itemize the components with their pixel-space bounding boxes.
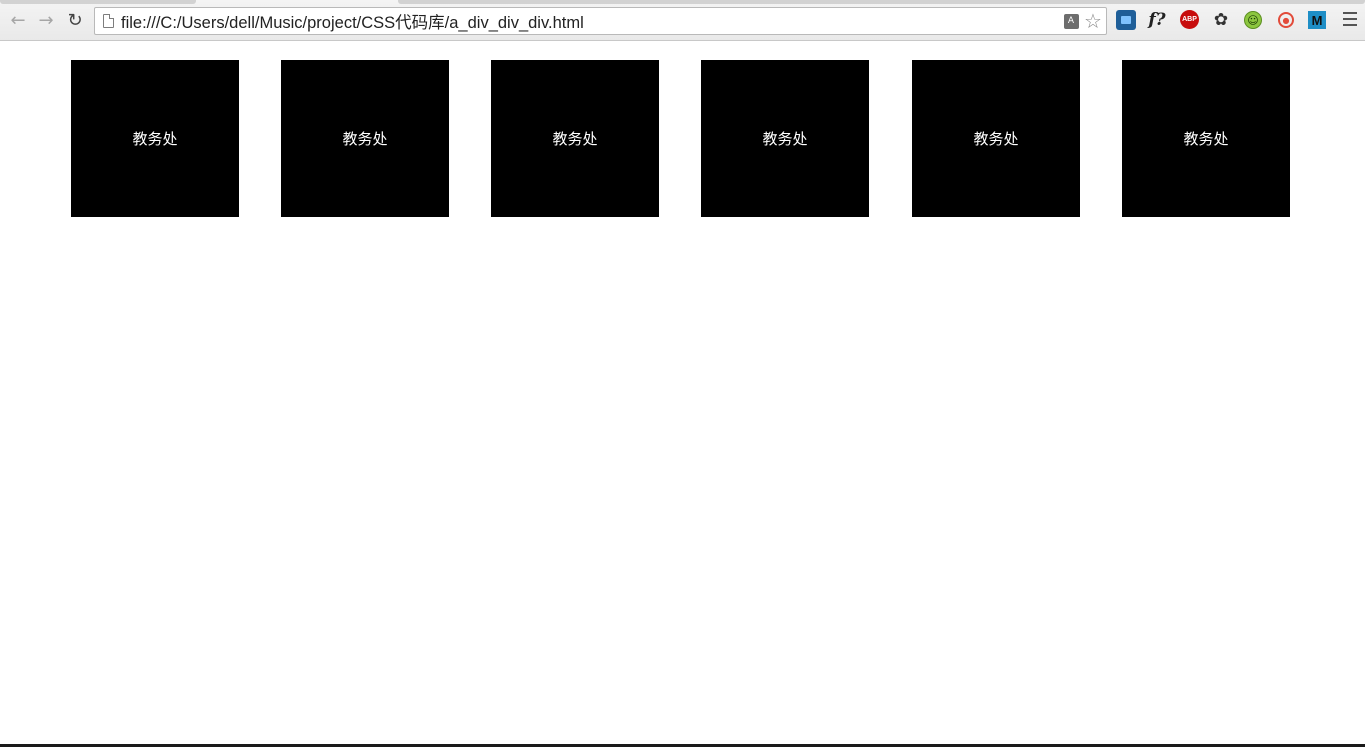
reload-icon[interactable]: ↻ [63, 8, 87, 32]
forward-arrow-icon[interactable]: → [34, 8, 58, 32]
url-text[interactable]: file:///C:/Users/dell/Music/project/CSS代… [121, 9, 1062, 33]
bookmark-star-icon[interactable]: ☆ [1084, 9, 1102, 33]
nav-box-label: 教务处 [342, 130, 388, 148]
blue-extension-icon[interactable] [1116, 10, 1136, 30]
m-extension-label: M [1308, 11, 1326, 29]
page-viewport: 教务处 教务处 教务处 教务处 教务处 教务处 [0, 41, 1365, 744]
adblock-plus-icon[interactable]: ABP [1180, 10, 1199, 29]
browser-toolbar: ← → ↻ file:///C:/Users/dell/Music/projec… [0, 0, 1365, 41]
timer-extension-icon[interactable]: ● [1276, 10, 1296, 30]
nav-box-label: 教务处 [552, 130, 598, 148]
nav-box-link[interactable]: 教务处 [1122, 60, 1290, 217]
nav-box-link[interactable]: 教务处 [71, 60, 239, 217]
nav-box-link[interactable]: 教务处 [491, 60, 659, 217]
nav-box-label: 教务处 [762, 130, 808, 148]
nav-box-link[interactable]: 教务处 [281, 60, 449, 217]
menu-icon[interactable] [1343, 12, 1357, 26]
page-icon [103, 14, 114, 28]
m-extension-icon[interactable]: M [1307, 10, 1327, 30]
leaf-extension-icon[interactable]: ✿ [1211, 10, 1231, 30]
nav-box-label: 教务处 [973, 130, 1019, 148]
address-bar[interactable]: file:///C:/Users/dell/Music/project/CSS代… [94, 7, 1107, 35]
tab-strip-edge [0, 0, 196, 4]
nav-box-link[interactable]: 教务处 [912, 60, 1080, 217]
font-finder-icon[interactable]: f? [1147, 10, 1167, 30]
tab-strip-edge [398, 0, 1365, 4]
back-arrow-icon[interactable]: ← [6, 8, 30, 32]
translate-icon[interactable]: A [1062, 12, 1080, 30]
nav-box-label: 教务处 [132, 130, 178, 148]
nav-box-link[interactable]: 教务处 [701, 60, 869, 217]
nav-box-label: 教务处 [1183, 130, 1229, 148]
green-face-extension-icon[interactable]: ☺ [1243, 10, 1263, 30]
